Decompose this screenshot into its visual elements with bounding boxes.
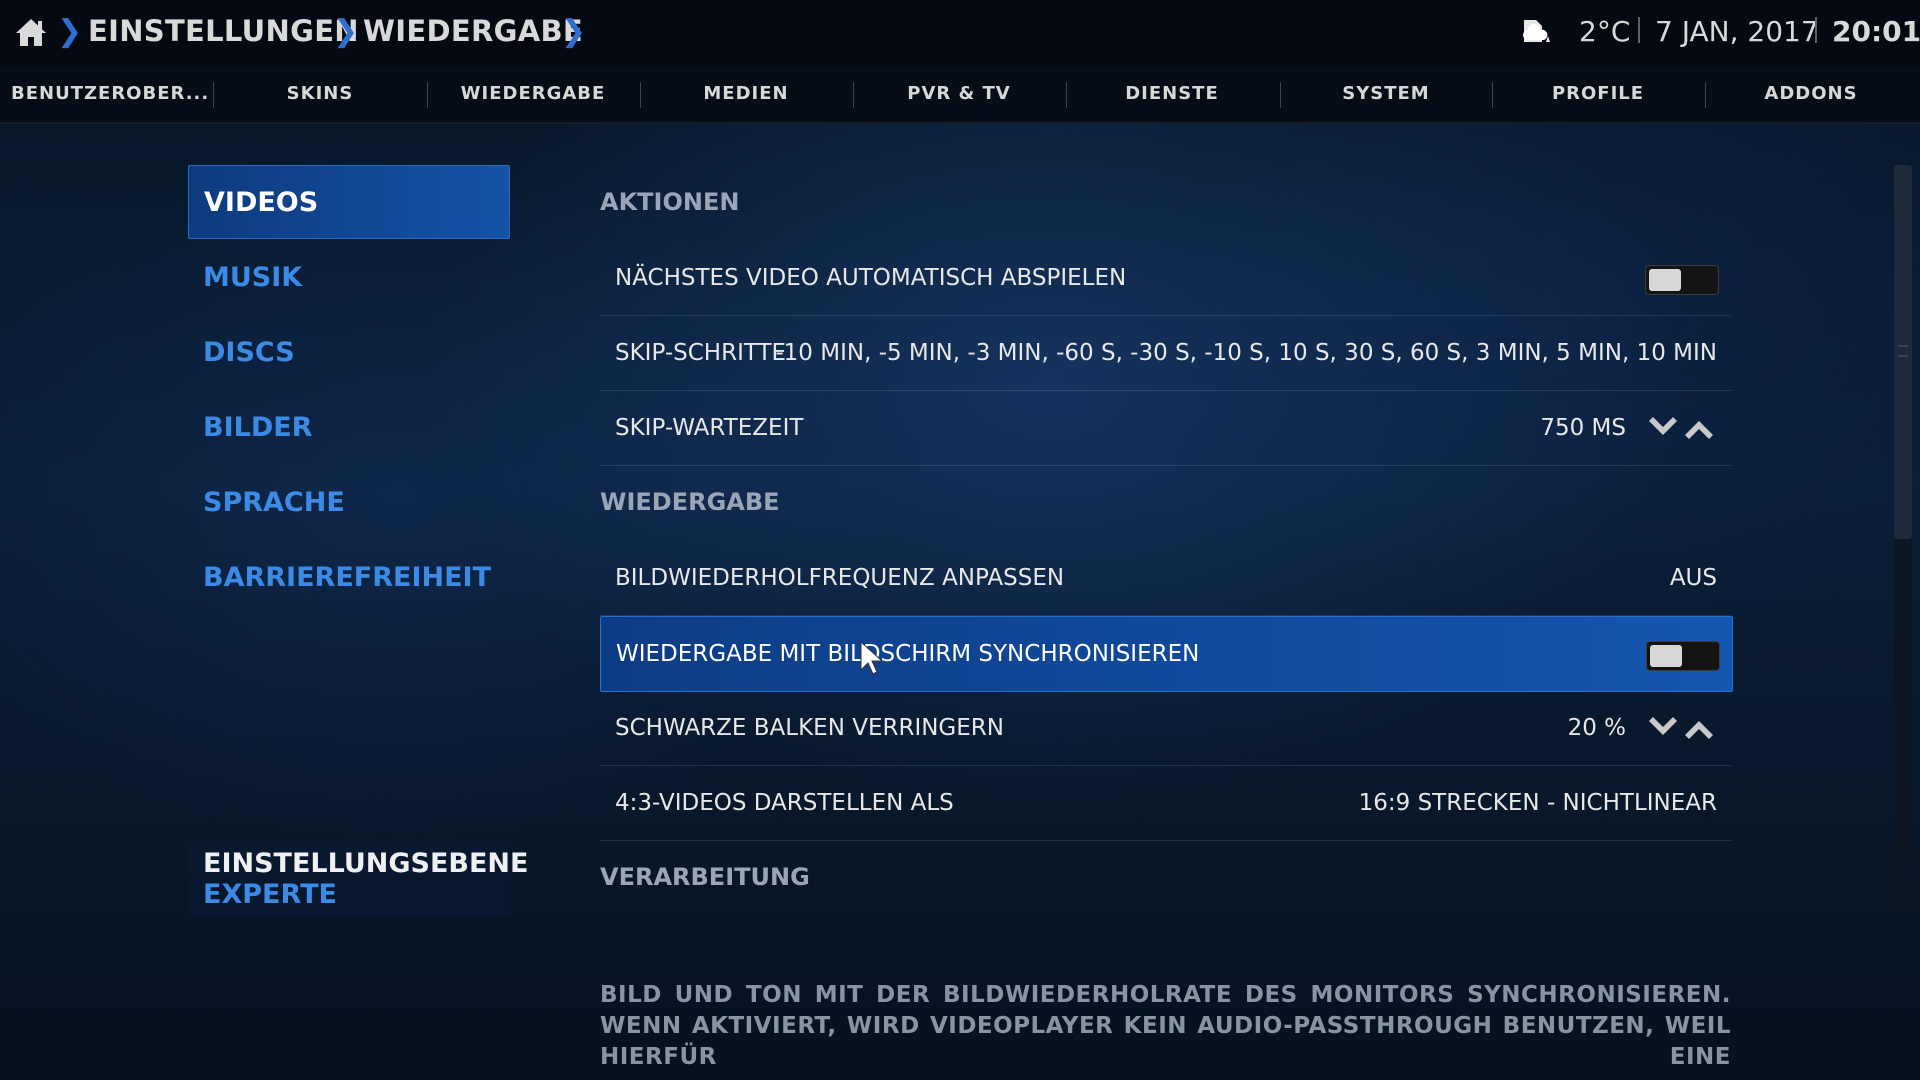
setting-row-stretch-43[interactable]: 4:3-VIDEOS DARSTELLEN ALS 16:9 STRECKEN …	[600, 766, 1731, 841]
setting-value: AUS	[1669, 565, 1717, 591]
tab-medien[interactable]: MEDIEN	[640, 66, 852, 122]
tab-benutzeroberflaeche[interactable]: BENUTZEROBER...	[0, 66, 212, 122]
setting-value: 16:9 STRECKEN - NICHTLINEAR	[1358, 790, 1717, 816]
home-icon[interactable]	[14, 16, 48, 48]
setting-label: SCHWARZE BALKEN VERRINGERN	[615, 715, 1004, 741]
sidebar-item-sprache[interactable]: SPRACHE	[188, 466, 510, 540]
toggle-switch[interactable]	[1646, 641, 1720, 671]
toggle-switch[interactable]	[1645, 265, 1719, 295]
tab-addons[interactable]: ADDONS	[1705, 66, 1917, 122]
sidebar-item-musik[interactable]: MUSIK	[188, 241, 510, 315]
spinner-control[interactable]	[1647, 715, 1717, 741]
setting-label: SKIP-SCHRITTE	[615, 340, 787, 366]
toggle-knob	[1649, 269, 1681, 291]
setting-label: 4:3-VIDEOS DARSTELLEN ALS	[615, 790, 954, 816]
setting-description: BILD UND TON MIT DER BILDWIEDERHOLRATE D…	[600, 982, 1731, 1070]
group-heading-wiedergabe: WIEDERGABE	[600, 488, 780, 516]
tab-pvr-tv[interactable]: PVR & TV	[853, 66, 1065, 122]
setting-row-adjust-refresh-rate[interactable]: BILDWIEDERHOLFREQUENZ ANPASSEN AUS	[600, 541, 1731, 616]
temperature: 2°C	[1579, 15, 1631, 48]
breadcrumb-separator-icon: ❯	[561, 14, 587, 49]
group-heading-verarbeitung: VERARBEITUNG	[600, 863, 810, 891]
spinner-control[interactable]	[1647, 415, 1717, 441]
category-tabs: BENUTZEROBER... SKINS WIEDERGABE MEDIEN …	[0, 66, 1920, 124]
breadcrumb-item[interactable]: WIEDERGABE	[363, 14, 583, 48]
breadcrumb-separator-icon: ❯	[57, 14, 83, 49]
setting-label: WIEDERGABE MIT BILDSCHIRM SYNCHRONISIERE…	[616, 641, 1200, 667]
top-bar: ❯ EINSTELLUNGEN ❯ WIEDERGABE ❯ 2°C 7 JAN…	[0, 0, 1920, 68]
breadcrumb-separator-icon: ❯	[333, 14, 359, 49]
sidebar-item-bilder[interactable]: BILDER	[188, 391, 510, 465]
chevron-up-icon	[1685, 421, 1713, 439]
setting-value: -10 MIN, -5 MIN, -3 MIN, -60 S, -30 S, -…	[775, 340, 1717, 366]
tab-skins[interactable]: SKINS	[214, 66, 426, 122]
toggle-knob	[1650, 645, 1682, 667]
clock: 20:01	[1832, 15, 1920, 48]
setting-row-sync-display[interactable]: WIEDERGABE MIT BILDSCHIRM SYNCHRONISIERE…	[600, 616, 1733, 692]
setting-value: 20 %	[1567, 715, 1626, 741]
scrollbar[interactable]	[1894, 165, 1912, 913]
settings-level-button[interactable]: EINSTELLUNGSEBENE EXPERTE	[188, 842, 529, 916]
setting-value: 750 MS	[1540, 415, 1626, 441]
chevron-down-icon	[1649, 417, 1677, 435]
tab-system[interactable]: SYSTEM	[1280, 66, 1492, 122]
group-heading-aktionen: AKTIONEN	[600, 188, 740, 216]
header-divider	[1638, 17, 1640, 43]
scrollbar-thumb[interactable]	[1894, 165, 1912, 539]
setting-label: NÄCHSTES VIDEO AUTOMATISCH ABSPIELEN	[615, 265, 1127, 291]
tab-profile[interactable]: PROFILE	[1492, 66, 1704, 122]
settings-level-value: EXPERTE	[203, 879, 337, 910]
setting-label: BILDWIEDERHOLFREQUENZ ANPASSEN	[615, 565, 1065, 591]
chevron-down-icon	[1649, 717, 1677, 735]
tab-dienste[interactable]: DIENSTE	[1066, 66, 1278, 122]
weather-cloudy-icon	[1523, 20, 1550, 42]
sidebar-item-barrierefreiheit[interactable]: BARRIEREFREIHEIT	[188, 541, 510, 615]
sidebar-item-videos[interactable]: VIDEOS	[188, 165, 510, 239]
date: 7 JAN, 2017	[1655, 15, 1819, 48]
setting-row-skip-delay[interactable]: SKIP-WARTEZEIT 750 MS	[600, 391, 1731, 466]
tab-wiedergabe[interactable]: WIEDERGABE	[427, 66, 639, 122]
breadcrumb-item[interactable]: EINSTELLUNGEN	[88, 14, 359, 48]
setting-row-black-bars[interactable]: SCHWARZE BALKEN VERRINGERN 20 %	[600, 691, 1731, 766]
setting-row-autoplay-next[interactable]: NÄCHSTES VIDEO AUTOMATISCH ABSPIELEN	[600, 241, 1731, 316]
settings-level-label: EINSTELLUNGSEBENE	[203, 848, 529, 879]
setting-row-skip-steps[interactable]: SKIP-SCHRITTE -10 MIN, -5 MIN, -3 MIN, -…	[600, 316, 1731, 391]
scrollbar-grip-icon	[1898, 345, 1908, 357]
mouse-pointer-icon	[860, 640, 884, 675]
header-divider	[1815, 17, 1817, 43]
chevron-up-icon	[1685, 721, 1713, 739]
setting-label: SKIP-WARTEZEIT	[615, 415, 804, 441]
sidebar-item-discs[interactable]: DISCS	[188, 316, 510, 390]
